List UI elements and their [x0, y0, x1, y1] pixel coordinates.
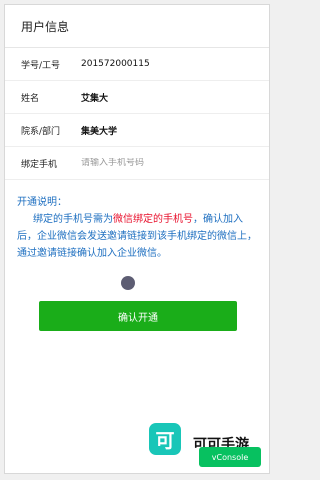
notice-body-prefix: 绑定的手机号需为 — [33, 214, 113, 225]
phone-input[interactable] — [81, 158, 231, 168]
confirm-activate-button[interactable]: 确认开通 — [39, 301, 237, 331]
notice-body: 绑定的手机号需为微信绑定的手机号，确认加入后，企业微信会发送邀请链接到该手机绑定… — [17, 211, 257, 262]
page-title: 用户信息 — [21, 19, 70, 34]
notice-title: 开通说明： — [17, 197, 67, 208]
department-row: 院系/部门 集美大学 — [5, 114, 269, 147]
student-id-value: 201572000115 — [81, 59, 150, 69]
department-label: 院系/部门 — [21, 126, 61, 137]
student-id-row: 学号/工号 201572000115 — [5, 48, 269, 81]
name-label: 姓名 — [21, 93, 40, 104]
watermark-logo-icon: 可 — [149, 423, 181, 455]
phone-screen: 用户信息 学号/工号 201572000115 姓名 艾集大 院系/部门 集美大… — [4, 4, 270, 474]
name-value: 艾集大 — [81, 93, 109, 104]
phone-label: 绑定手机 — [21, 159, 58, 170]
name-row: 姓名 艾集大 — [5, 81, 269, 114]
department-value: 集美大学 — [81, 126, 118, 137]
student-id-label: 学号/工号 — [21, 60, 61, 71]
loading-indicator — [121, 276, 135, 290]
phone-row: 绑定手机 — [5, 147, 269, 180]
notice-highlight: 微信绑定的手机号 — [113, 214, 193, 225]
vconsole-button[interactable]: vConsole — [199, 447, 261, 467]
page-header: 用户信息 — [5, 5, 269, 48]
activation-notice: 开通说明： 绑定的手机号需为微信绑定的手机号，确认加入后，企业微信会发送邀请链接… — [5, 194, 269, 262]
